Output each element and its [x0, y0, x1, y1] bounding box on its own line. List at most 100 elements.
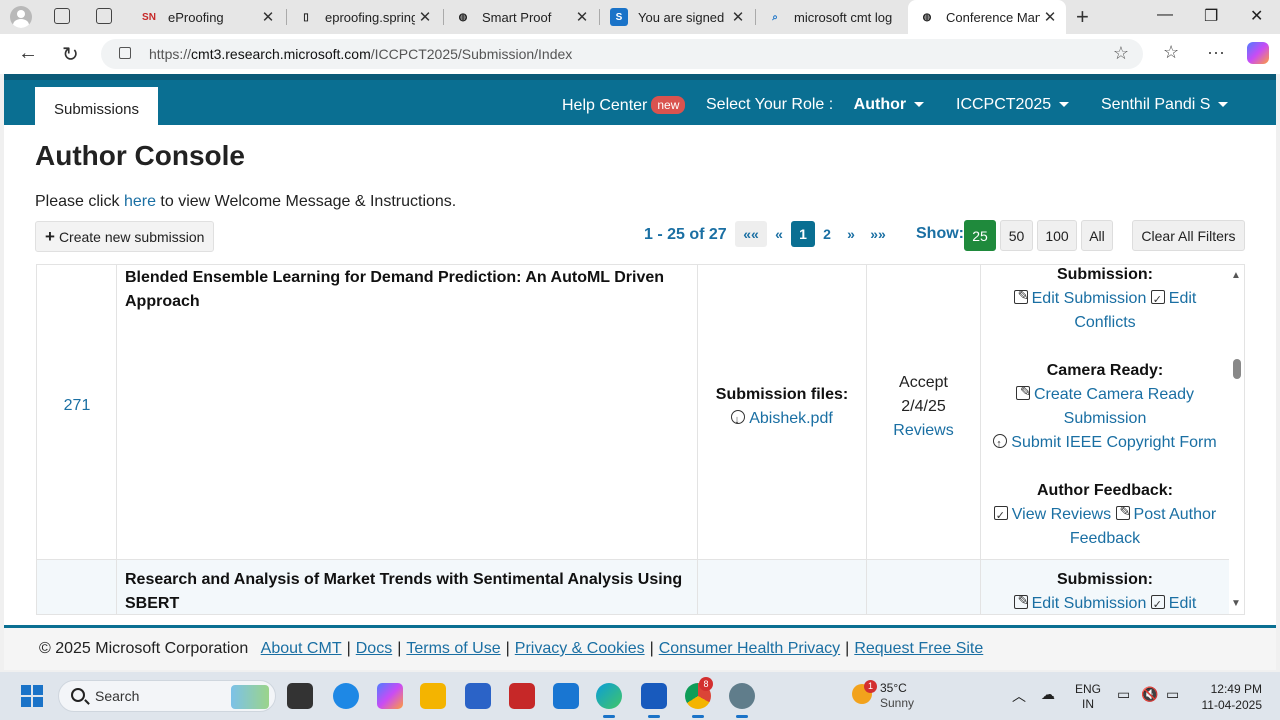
- chevron-down-icon: [1218, 102, 1229, 108]
- id-cell: 271: [37, 265, 117, 559]
- url-text[interactable]: https://cmt3.research.microsoft.com/ICCP…: [149, 46, 572, 62]
- back-icon[interactable]: ←: [18, 42, 38, 65]
- more-menu-icon[interactable]: ···: [1207, 42, 1225, 63]
- new-badge: new: [651, 96, 686, 114]
- footer-link-privacy[interactable]: Privacy & Cookies: [515, 640, 645, 657]
- first-page-button[interactable]: ««: [735, 221, 767, 247]
- lock-icon[interactable]: [119, 47, 131, 59]
- footer-link-terms[interactable]: Terms of Use: [406, 640, 500, 657]
- word-icon[interactable]: [641, 683, 667, 718]
- show-all-button[interactable]: All: [1081, 220, 1113, 251]
- restore-icon[interactable]: ❐: [1204, 6, 1218, 26]
- close-window-icon[interactable]: ✕: [1250, 6, 1263, 26]
- copilot-app-icon[interactable]: [377, 683, 403, 709]
- upload-icon: [993, 432, 1008, 456]
- page-title: Author Console: [35, 140, 245, 171]
- help-app-icon[interactable]: [333, 683, 359, 709]
- prev-page-button[interactable]: «: [767, 221, 791, 247]
- create-submission-button[interactable]: + Create new submission: [35, 221, 214, 252]
- browser-tab-conference[interactable]: ◍ Conference Mana ✕: [908, 0, 1066, 34]
- footer-link-health-privacy[interactable]: Consumer Health Privacy: [659, 640, 840, 657]
- tab-actions-icon[interactable]: [96, 8, 112, 24]
- microsoft-store-icon[interactable]: [465, 683, 491, 709]
- browser-tab-search[interactable]: ⌕ microsoft cmt log: [756, 0, 908, 34]
- globe-favicon-icon: ◍: [922, 11, 932, 23]
- edit-icon: [1015, 380, 1031, 404]
- edge-browser-icon[interactable]: [596, 683, 622, 718]
- close-tab-icon[interactable]: ✕: [1040, 8, 1060, 26]
- welcome-here-link[interactable]: here: [124, 193, 156, 210]
- profile-avatar-icon[interactable]: [10, 6, 32, 28]
- taskbar-search[interactable]: Search: [58, 680, 276, 712]
- windows-taskbar: Search 8 1 35°C Sunny ︿ ☁ ENG IN ▭ 🔇 ▭ 1…: [0, 672, 1280, 720]
- browser-tab-eproofing[interactable]: SN eProofing ✕: [130, 0, 284, 34]
- reviews-link[interactable]: Reviews: [867, 419, 980, 443]
- page-1-button[interactable]: 1: [791, 221, 815, 247]
- conference-selector[interactable]: ICCPCT2025: [956, 96, 1070, 114]
- ieee-copyright-link[interactable]: Submit IEEE Copyright Form: [981, 431, 1229, 456]
- close-tab-icon[interactable]: ✕: [728, 8, 748, 26]
- role-selector[interactable]: Select Your Role : Author: [706, 96, 925, 114]
- network-icon[interactable]: ▭: [1117, 686, 1130, 703]
- show-25-button[interactable]: 25: [964, 220, 996, 251]
- checkbox-icon: [993, 504, 1008, 528]
- chevron-up-icon[interactable]: ︿: [1012, 686, 1026, 706]
- show-100-button[interactable]: 100: [1037, 220, 1077, 251]
- scroll-thumb[interactable]: [1233, 359, 1241, 379]
- workspaces-icon[interactable]: [54, 8, 70, 24]
- language-indicator[interactable]: ENG IN: [1075, 682, 1101, 712]
- clear-filters-button[interactable]: Clear All Filters: [1132, 220, 1245, 251]
- tab-submissions[interactable]: Submissions: [35, 87, 158, 131]
- new-tab-icon[interactable]: +: [1076, 4, 1089, 30]
- pagination-range: 1 - 25 of 27: [644, 226, 727, 243]
- show-50-button[interactable]: 50: [1000, 220, 1033, 251]
- copilot-icon[interactable]: [1247, 42, 1269, 64]
- favorite-star-icon[interactable]: ☆: [1113, 43, 1129, 64]
- status-date: 2/4/25: [901, 398, 946, 415]
- scroll-down-icon[interactable]: ▼: [1231, 598, 1241, 609]
- file-download-link[interactable]: Abishek.pdf: [698, 407, 866, 432]
- footer-link-docs[interactable]: Docs: [356, 640, 392, 657]
- create-camera-ready-link[interactable]: Create Camera Ready Submission: [981, 380, 1229, 431]
- myhp-icon[interactable]: [553, 683, 579, 709]
- battery-icon[interactable]: ▭: [1166, 686, 1179, 703]
- task-view-icon[interactable]: [287, 683, 313, 709]
- reload-icon[interactable]: ↻: [62, 42, 79, 67]
- edit-conflicts-link[interactable]: Edit: [1150, 593, 1196, 614]
- settings-gear-icon[interactable]: [729, 683, 755, 718]
- close-tab-icon[interactable]: ✕: [258, 8, 278, 26]
- onedrive-cloud-icon[interactable]: ☁: [1041, 686, 1055, 703]
- url-bar[interactable]: https://cmt3.research.microsoft.com/ICCP…: [101, 39, 1143, 69]
- help-center-link[interactable]: Help Center new: [562, 96, 686, 115]
- browser-tab-eproofing-springer[interactable]: ▯ eproofing.springe ✕: [287, 0, 441, 34]
- last-page-button[interactable]: »»: [863, 221, 893, 247]
- browser-tab-smart-proof[interactable]: ◍ Smart Proof ✕: [444, 0, 598, 34]
- edit-submission-link[interactable]: Edit Submission: [1013, 284, 1146, 308]
- files-cell: [698, 560, 867, 614]
- next-page-button[interactable]: »: [839, 221, 863, 247]
- pagination: «« « 1 2 » »»: [735, 221, 893, 247]
- windows-start-icon[interactable]: [21, 685, 43, 707]
- show-label: Show:: [916, 225, 964, 242]
- springer-favicon-icon: SN: [142, 11, 156, 23]
- browser-tab-signed-in[interactable]: S You are signed in ✕: [600, 0, 754, 34]
- edit-submission-link[interactable]: Edit Submission: [1013, 589, 1146, 613]
- chrome-icon[interactable]: 8: [685, 677, 713, 718]
- page-2-button[interactable]: 2: [815, 221, 839, 247]
- mcafee-icon[interactable]: [509, 683, 535, 709]
- submission-id-link[interactable]: 271: [37, 397, 117, 415]
- view-reviews-link[interactable]: View Reviews: [993, 504, 1111, 528]
- footer-link-about[interactable]: About CMT: [261, 640, 342, 657]
- paper-title: Blended Ensemble Learning for Demand Pre…: [125, 269, 665, 310]
- minimize-icon[interactable]: —: [1157, 6, 1173, 24]
- table-scrollbar[interactable]: ▲ ▼: [1230, 266, 1244, 614]
- favorites-icon[interactable]: ☆: [1163, 42, 1179, 63]
- close-tab-icon[interactable]: ✕: [415, 8, 435, 26]
- system-clock[interactable]: 12:49 PM 11-04-2025: [1200, 681, 1263, 713]
- scroll-up-icon[interactable]: ▲: [1231, 270, 1241, 281]
- file-explorer-icon[interactable]: [420, 683, 446, 709]
- close-tab-icon[interactable]: ✕: [572, 8, 592, 26]
- user-menu[interactable]: Senthil Pandi S: [1101, 96, 1229, 114]
- footer-link-request-site[interactable]: Request Free Site: [854, 640, 983, 657]
- volume-muted-icon[interactable]: 🔇: [1141, 686, 1158, 703]
